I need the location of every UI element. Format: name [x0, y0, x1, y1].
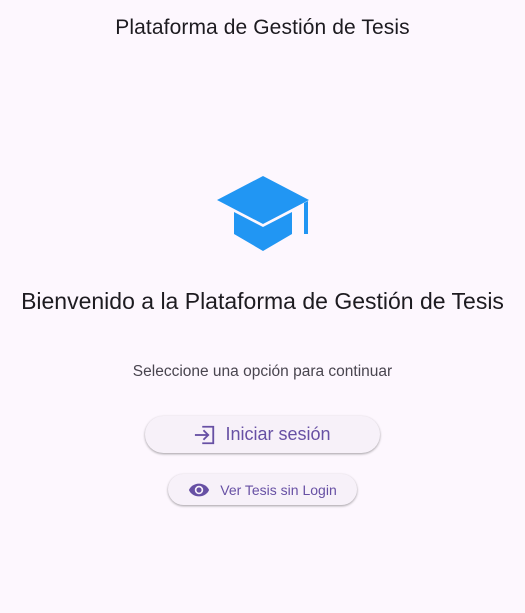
login-icon: [194, 424, 216, 446]
app-bar: Plataforma de Gestión de Tesis: [0, 0, 525, 56]
subtitle: Seleccione una opción para continuar: [132, 363, 393, 380]
guest-button-label: Ver Tesis sin Login: [220, 481, 337, 498]
login-button[interactable]: Iniciar sesión: [145, 416, 380, 453]
graduation-cap-icon: [216, 176, 310, 252]
eye-icon: [188, 479, 210, 501]
welcome-heading: Bienvenido a la Plataforma de Gestión de…: [21, 288, 504, 314]
view-theses-without-login-button[interactable]: Ver Tesis sin Login: [168, 474, 357, 505]
app-title: Plataforma de Gestión de Tesis: [115, 16, 410, 39]
login-button-label: Iniciar sesión: [225, 424, 331, 444]
